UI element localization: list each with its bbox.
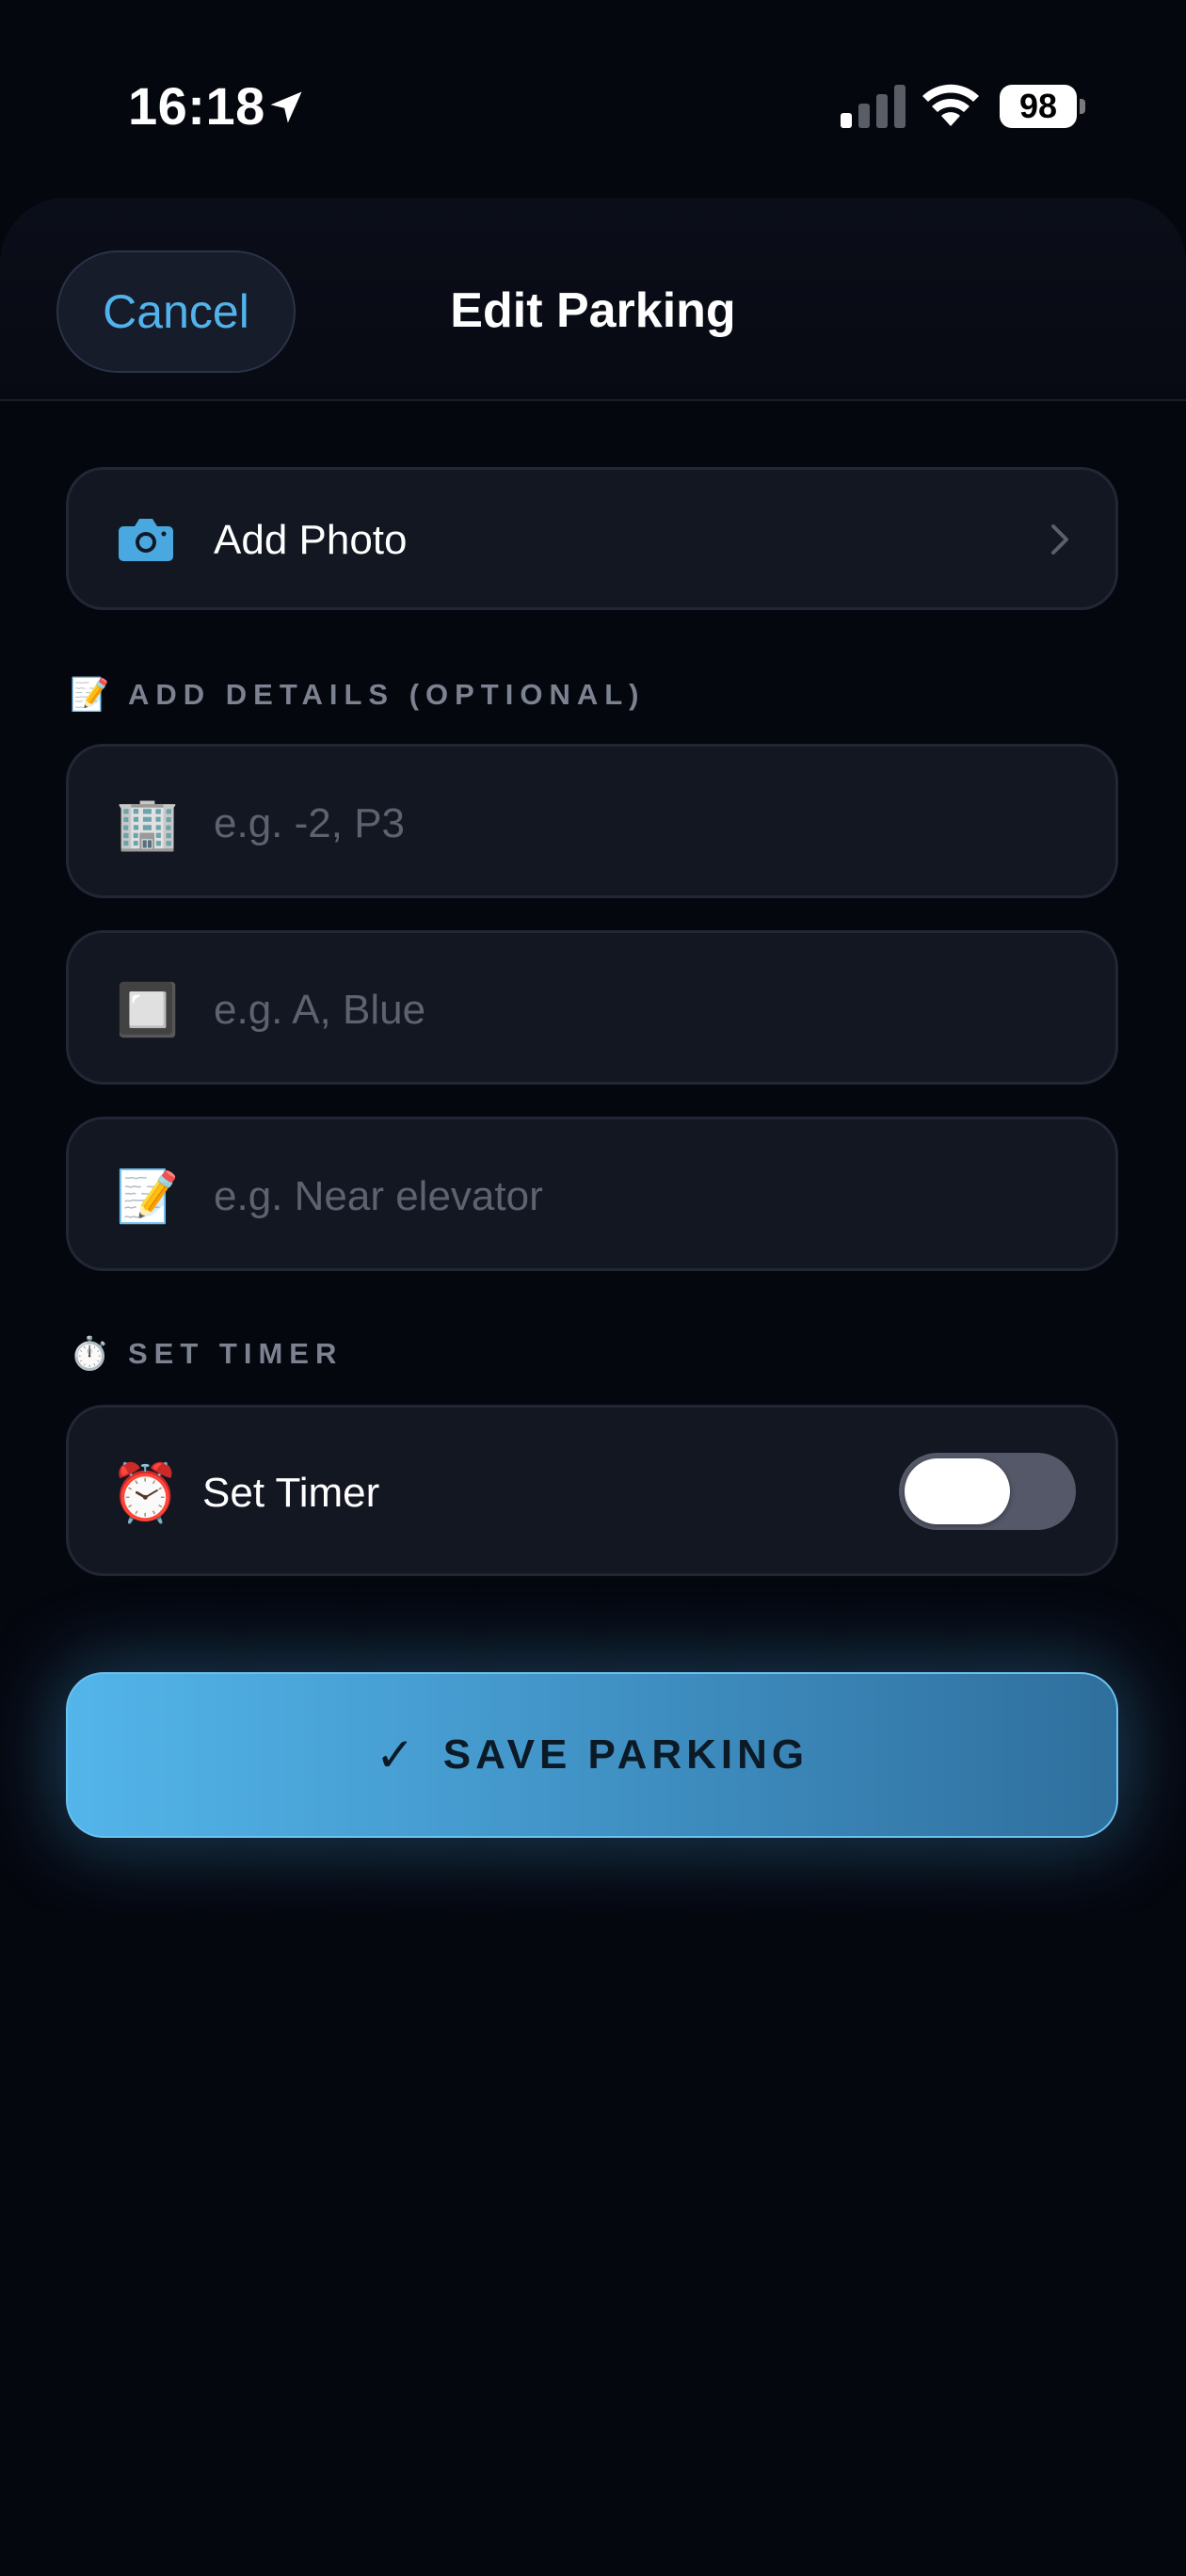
alarm-clock-icon: ⏰ (110, 1461, 181, 1524)
sheet-header: Edit Parking Cancel (0, 198, 1186, 401)
set-timer-label: Set Timer (202, 1470, 380, 1516)
toggle-knob (905, 1458, 1010, 1524)
square-icon: 🔲 (116, 982, 180, 1038)
status-bar: 16:18 98 (0, 0, 1186, 198)
battery-tip (1080, 99, 1085, 114)
memo-icon: 📝 (116, 1168, 180, 1225)
save-parking-button[interactable]: ✓ SAVE PARKING (66, 1672, 1118, 1838)
add-photo-label: Add Photo (214, 517, 408, 563)
level-input[interactable] (214, 784, 1061, 863)
edit-parking-sheet: Edit Parking Cancel Add Photo 📝 ADD DETA… (0, 198, 1186, 2576)
chevron-right-icon (1051, 524, 1068, 555)
wifi-icon (922, 84, 979, 126)
save-parking-label: SAVE PARKING (442, 1731, 809, 1778)
set-timer-toggle[interactable] (899, 1453, 1076, 1530)
notes-input[interactable] (214, 1157, 1061, 1236)
stopwatch-icon: ⏱️ (70, 1336, 110, 1372)
zone-field: 🔲 (66, 930, 1118, 1085)
details-section-label: 📝 ADD DETAILS (OPTIONAL) (70, 676, 646, 714)
zone-input[interactable] (214, 971, 1061, 1050)
battery-icon: 98 (1000, 85, 1085, 128)
signal-icon (841, 85, 906, 128)
camera-icon (119, 519, 173, 561)
battery-level: 98 (1000, 85, 1077, 128)
screen: 16:18 98 Edit Parking Cancel Add Photo 📝… (0, 0, 1186, 2576)
set-timer-row: ⏰ Set Timer (66, 1405, 1118, 1576)
memo-icon: 📝 (70, 677, 110, 713)
add-photo-button[interactable]: Add Photo (66, 467, 1118, 610)
level-field: 🏢 (66, 744, 1118, 898)
timer-section-label: ⏱️ SET TIMER (70, 1335, 343, 1373)
location-arrow-icon (270, 91, 302, 123)
timer-section-text: SET TIMER (128, 1337, 344, 1370)
checkmark-icon: ✓ (375, 1729, 415, 1781)
cancel-button[interactable]: Cancel (56, 250, 296, 373)
notes-field: 📝 (66, 1117, 1118, 1271)
details-section-text: ADD DETAILS (OPTIONAL) (128, 678, 646, 711)
building-icon: 🏢 (116, 796, 180, 852)
status-time: 16:18 (128, 76, 265, 136)
